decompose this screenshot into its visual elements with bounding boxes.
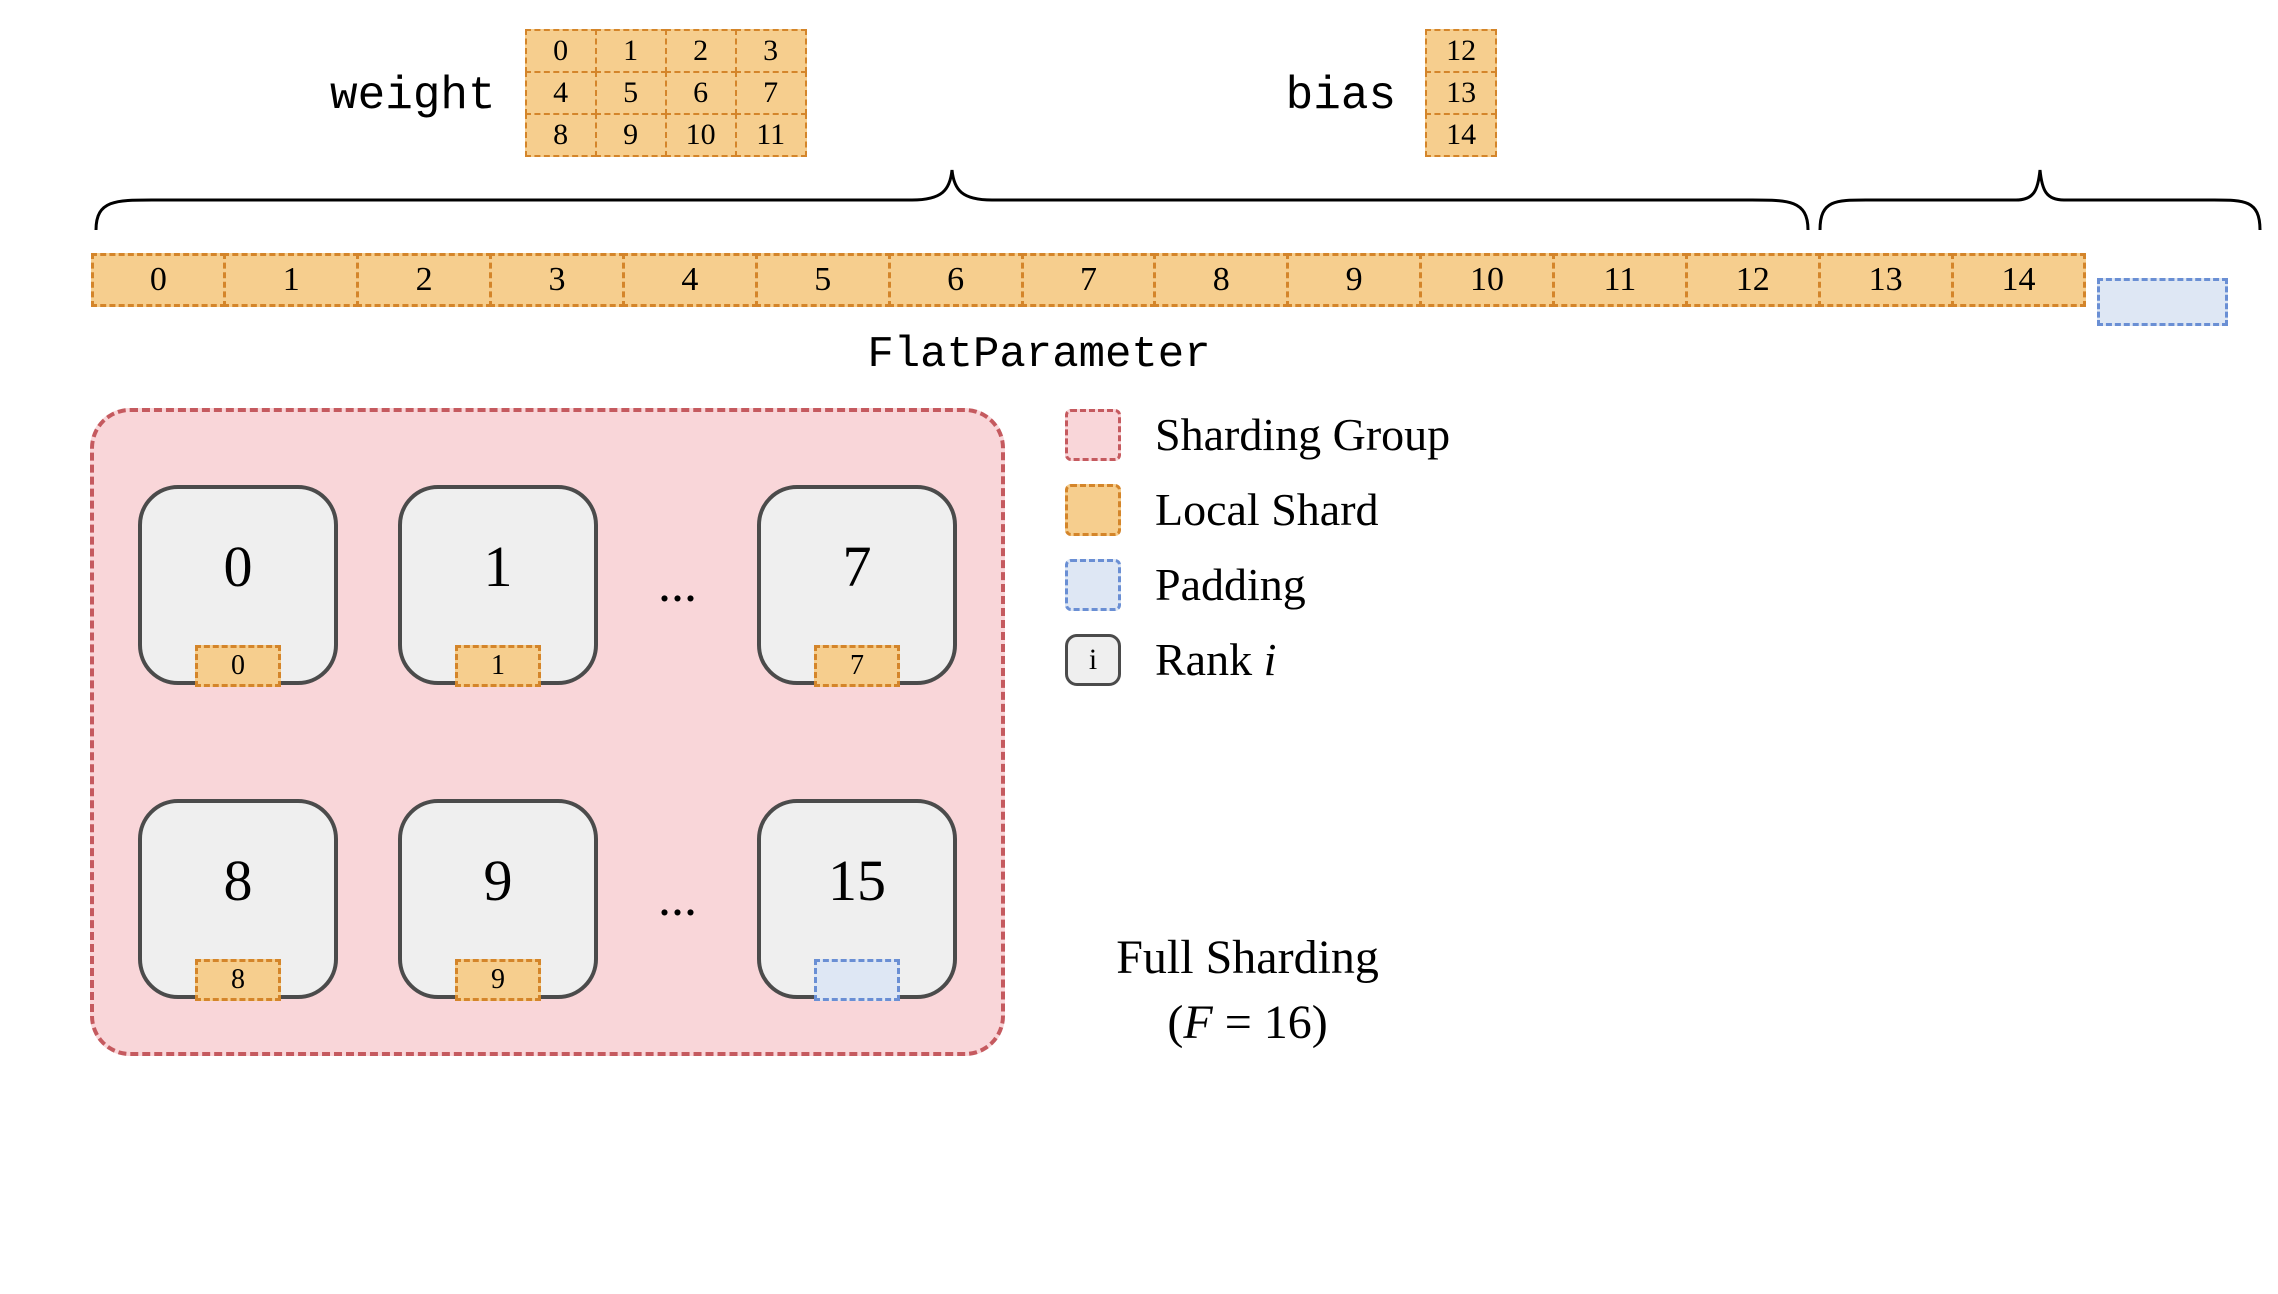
weight-cell: 3 <box>735 29 807 73</box>
brace-weight-icon <box>92 164 1812 234</box>
ellipsis: ... <box>658 869 697 928</box>
flat-cell: 6 <box>888 253 1024 307</box>
weight-cell: 0 <box>525 29 597 73</box>
bias-label: bias <box>1286 70 1396 122</box>
flat-cell: 13 <box>1818 253 1954 307</box>
flat-cell: 9 <box>1286 253 1422 307</box>
weight-cell: 8 <box>525 113 597 157</box>
sharding-group: 0 0 1 1 ... 7 7 8 8 9 9 ... 15 <box>90 408 1005 1056</box>
legend-label: Padding <box>1155 558 1306 611</box>
brace-row <box>50 164 2228 234</box>
caption: Full Sharding (F = 16) <box>1045 926 1450 1056</box>
weight-cell: 4 <box>525 71 597 115</box>
ellipsis: ... <box>658 555 697 614</box>
legend-label: Rank i <box>1155 633 1276 686</box>
flat-parameter-strip: 0 1 2 3 4 5 6 7 8 9 10 11 12 13 14 <box>92 234 2228 326</box>
weight-cell: 2 <box>665 29 737 73</box>
weight-matrix: 0 1 2 3 4 5 6 7 8 9 10 11 <box>526 30 806 156</box>
legend-row-group: Sharding Group <box>1065 408 1450 461</box>
flat-cell: 11 <box>1552 253 1688 307</box>
flat-cell: 10 <box>1419 253 1555 307</box>
caption-line2: (F = 16) <box>1045 991 1450 1056</box>
swatch-group-icon <box>1065 409 1121 461</box>
bias-cell: 13 <box>1425 71 1497 115</box>
flat-cell: 14 <box>1951 253 2087 307</box>
swatch-rank-icon: i <box>1065 634 1121 686</box>
caption-line1: Full Sharding <box>1045 926 1450 991</box>
flat-cell: 12 <box>1685 253 1821 307</box>
flat-cell: 5 <box>755 253 891 307</box>
legend-label: Sharding Group <box>1155 408 1450 461</box>
rank-box: 9 9 <box>398 799 598 999</box>
brace-bias-icon <box>1816 164 2264 234</box>
bias-cell: 14 <box>1425 113 1497 157</box>
rank-chip: 1 <box>455 645 541 687</box>
swatch-padding-icon <box>1065 559 1121 611</box>
weight-cell: 10 <box>665 113 737 157</box>
rank-box: 15 <box>757 799 957 999</box>
flat-cell: 2 <box>356 253 492 307</box>
weight-cell: 7 <box>735 71 807 115</box>
legend-row-shard: Local Shard <box>1065 483 1450 536</box>
rank-chip: 9 <box>455 959 541 1001</box>
flat-cell: 8 <box>1153 253 1289 307</box>
weight-cell: 9 <box>595 113 667 157</box>
weight-cell: 1 <box>595 29 667 73</box>
flat-cell: 1 <box>223 253 359 307</box>
legend: Sharding Group Local Shard Padding i Ran… <box>1065 408 1450 686</box>
weight-cell: 6 <box>665 71 737 115</box>
legend-row-padding: Padding <box>1065 558 1450 611</box>
rank-chip: 0 <box>195 645 281 687</box>
legend-row-rank: i Rank i <box>1065 633 1450 686</box>
bias-cell: 12 <box>1425 29 1497 73</box>
flat-cell: 3 <box>489 253 625 307</box>
weight-label: weight <box>330 70 496 122</box>
flat-cell: 7 <box>1021 253 1157 307</box>
bias-vector: 12 13 14 <box>1426 30 1496 156</box>
flat-cell: 4 <box>622 253 758 307</box>
flat-cell: 0 <box>91 253 227 307</box>
flat-parameter-label: FlatParameter <box>0 330 2228 380</box>
flat-padding-cell <box>2097 278 2228 326</box>
rank-box: 7 7 <box>757 485 957 685</box>
top-params-row: weight 0 1 2 3 4 5 6 7 8 9 10 11 bias 12… <box>330 30 2228 156</box>
swatch-shard-icon <box>1065 484 1121 536</box>
weight-cell: 5 <box>595 71 667 115</box>
rank-chip-padding <box>814 959 900 1001</box>
rank-box: 0 0 <box>138 485 338 685</box>
right-column: Sharding Group Local Shard Padding i Ran… <box>1065 408 1450 1056</box>
rank-box: 8 8 <box>138 799 338 999</box>
legend-label: Local Shard <box>1155 483 1379 536</box>
rank-chip: 7 <box>814 645 900 687</box>
weight-cell: 11 <box>735 113 807 157</box>
rank-chip: 8 <box>195 959 281 1001</box>
rank-box: 1 1 <box>398 485 598 685</box>
bottom-row: 0 0 1 1 ... 7 7 8 8 9 9 ... 15 Sh <box>50 408 2228 1056</box>
